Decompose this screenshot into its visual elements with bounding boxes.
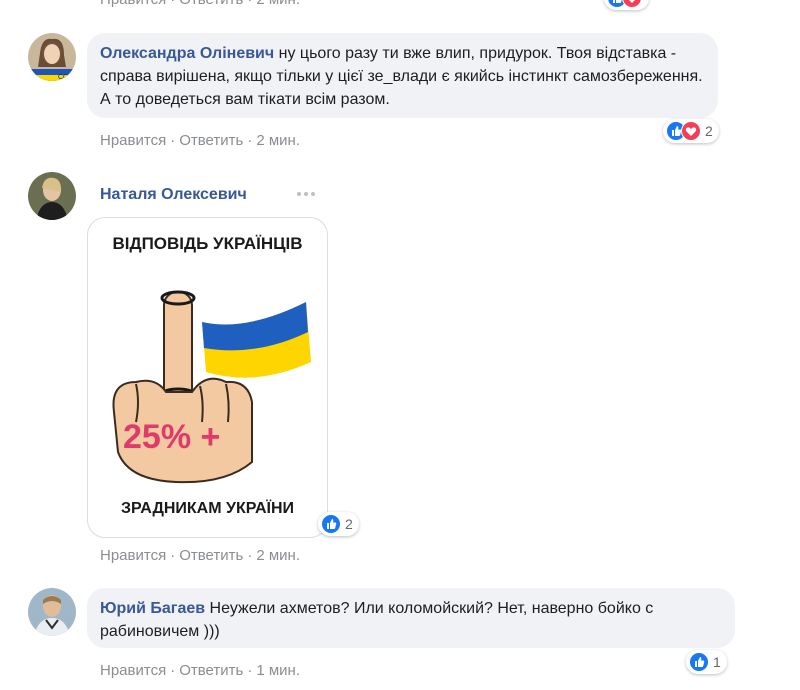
- sticker-percent-text: 25% +: [123, 418, 221, 456]
- reaction-count: 2: [705, 123, 713, 139]
- comment-actions: Нравится·Ответить·2 мин.: [100, 0, 300, 8]
- reply-link[interactable]: Ответить: [179, 662, 243, 679]
- comment-actions: Нравится·Ответить·2 мин.: [100, 132, 300, 149]
- reply-link[interactable]: Ответить: [179, 132, 243, 149]
- avatar[interactable]: [28, 588, 76, 636]
- like-link[interactable]: Нравится: [100, 547, 166, 564]
- like-link[interactable]: Нравится: [100, 662, 166, 679]
- comment-actions: Нравится·Ответить·2 мин.: [100, 547, 300, 564]
- sticker-top-text: ВIДПОВIДЬ УКРАЇНЦIВ: [112, 234, 303, 253]
- reaction-summary[interactable]: 1: [686, 650, 727, 674]
- svg-text:СС: СС: [58, 74, 68, 81]
- like-link[interactable]: Нравится: [100, 132, 166, 149]
- sticker-image[interactable]: ВIДПОВIДЬ УКРАЇНЦIВ 25% + ЗРАДНИКАМ УКРА…: [87, 217, 328, 538]
- comment-author[interactable]: Юрий Багаев: [100, 600, 205, 617]
- comment-bubble: Олександра Олiневич ну цього разу ти вже…: [87, 33, 718, 118]
- comment-time: 2 мин.: [256, 0, 300, 8]
- comment-bubble: Юрий Багаев Неужели ахметов? Или коломой…: [87, 588, 735, 648]
- reaction-summary[interactable]: 2: [318, 512, 359, 536]
- avatar-image: СС: [28, 33, 76, 81]
- reply-link[interactable]: Ответить: [179, 0, 243, 8]
- love-icon: [622, 0, 642, 8]
- avatar-image: [28, 588, 76, 636]
- reaction-summary[interactable]: 2: [663, 119, 719, 143]
- like-icon: [689, 652, 709, 672]
- reaction-count: 2: [345, 516, 353, 532]
- love-icon: [681, 121, 701, 141]
- reaction-summary[interactable]: [604, 0, 649, 10]
- comment-time: 2 мин.: [256, 547, 300, 564]
- like-link[interactable]: Нравится: [100, 0, 166, 8]
- avatar[interactable]: СС: [28, 33, 76, 81]
- reaction-count: 1: [713, 654, 721, 670]
- comment-time: 2 мин.: [256, 132, 300, 149]
- comment-author[interactable]: Наталя Олексевич: [100, 186, 247, 204]
- like-icon: [321, 514, 341, 534]
- avatar[interactable]: [28, 172, 76, 220]
- hand-flag-illustration: [112, 290, 311, 484]
- comment-actions: Нравится · Ответить · 1 мин.: [100, 662, 300, 679]
- avatar-image: [28, 172, 76, 220]
- reply-link[interactable]: Ответить: [179, 547, 243, 564]
- comment-time: 1 мин.: [256, 662, 300, 679]
- comment-author-name[interactable]: Наталя Олексевич: [100, 186, 247, 203]
- comment-author[interactable]: Олександра Олiневич: [100, 45, 274, 62]
- ellipsis-icon[interactable]: [294, 186, 318, 202]
- sticker-bottom-text: ЗРАДНИКАМ УКРАЇНИ: [121, 500, 294, 517]
